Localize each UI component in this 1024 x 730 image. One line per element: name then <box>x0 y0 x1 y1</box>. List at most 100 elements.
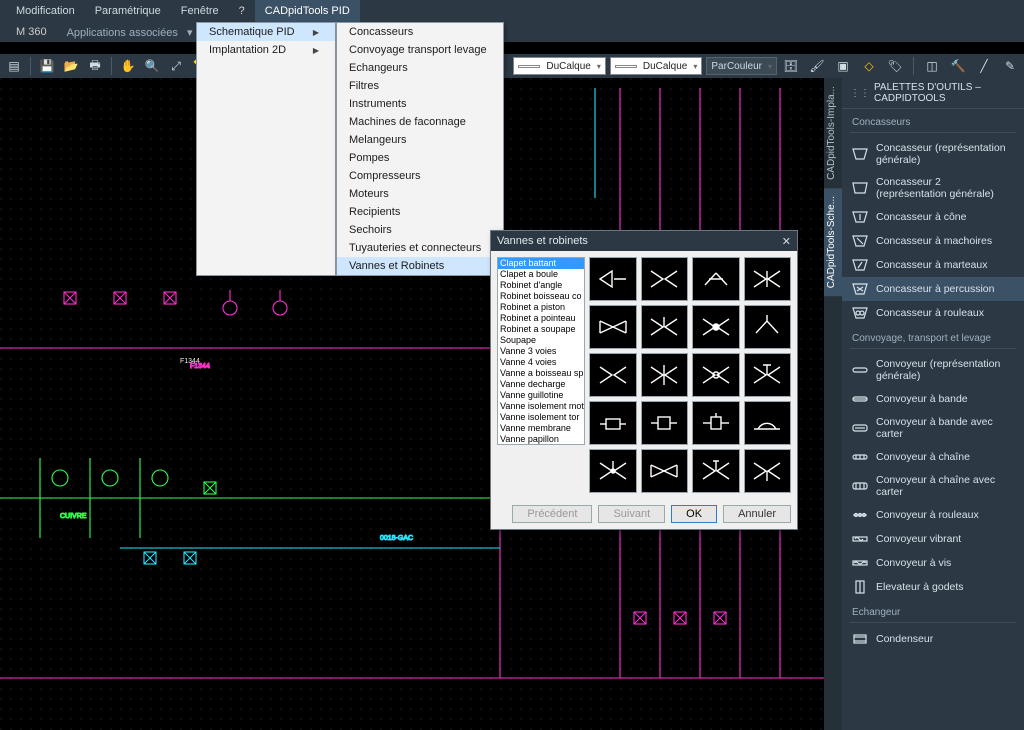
list-item[interactable]: Vanne a boisseau sp <box>498 368 584 379</box>
next-button[interactable]: Suivant <box>598 505 665 523</box>
tool-open-icon[interactable]: 📂 <box>61 56 81 76</box>
combo-linetype-2[interactable]: DuCalque ▾ <box>610 57 703 75</box>
palette-entry[interactable]: Convoyeur à chaîne avec carter <box>842 469 1024 503</box>
tool-modify-icon[interactable]: ✎ <box>1000 56 1020 76</box>
palette-entry[interactable]: Convoyeur à rouleaux <box>842 503 1024 527</box>
menu-schematique-pid[interactable]: Schematique PID▶ <box>197 23 335 41</box>
list-item[interactable]: Robinet d'angle <box>498 280 584 291</box>
list-item[interactable]: Vanne 3 voies <box>498 346 584 357</box>
menu-instruments[interactable]: Instruments <box>337 95 503 113</box>
palette-entry[interactable]: Convoyeur à chaîne <box>842 445 1024 469</box>
menu-fenetre[interactable]: Fenêtre <box>171 0 229 22</box>
combo-color[interactable]: ParCouleur ▾ <box>706 57 777 75</box>
valve-icon-cell[interactable] <box>589 353 637 397</box>
palette-entry[interactable]: Condenseur <box>842 627 1024 651</box>
tool-brush-icon[interactable]: 🖌 <box>807 56 827 76</box>
tool-cube-icon[interactable]: ◫ <box>922 56 942 76</box>
list-item[interactable]: Vanne isolement tor <box>498 412 584 423</box>
tool-group-icon[interactable]: ▣ <box>833 56 853 76</box>
valve-icon-cell[interactable] <box>744 257 792 301</box>
valve-icon-cell[interactable] <box>744 401 792 445</box>
menu-vannes-robinets[interactable]: Vannes et Robinets <box>337 257 503 275</box>
palette-entry[interactable]: Convoyeur à vis <box>842 551 1024 575</box>
tool-pan-icon[interactable]: ✋ <box>118 56 138 76</box>
menu-melangeurs[interactable]: Melangeurs <box>337 131 503 149</box>
list-item[interactable]: Vanne 4 voies <box>498 357 584 368</box>
valve-icon-cell[interactable] <box>692 257 740 301</box>
tool-pipe-icon[interactable]: ╱ <box>974 56 994 76</box>
valve-icon-cell[interactable] <box>589 305 637 349</box>
valve-icon-cell[interactable] <box>744 449 792 493</box>
valve-icon-cell[interactable] <box>589 257 637 301</box>
menu-recipients[interactable]: Recipients <box>337 203 503 221</box>
palette-entry[interactable]: Convoyeur à bande avec carter <box>842 411 1024 445</box>
menu-cadpidtools[interactable]: CADpidTools PID <box>255 0 360 22</box>
menu-concasseurs[interactable]: Concasseurs <box>337 23 503 41</box>
palette-entry[interactable]: Concasseur à percussion <box>842 277 1024 301</box>
tool-save-icon[interactable]: 💾 <box>37 56 57 76</box>
list-item[interactable]: Robinet boisseau co <box>498 291 584 302</box>
secondbar-left[interactable]: M 360 <box>6 26 57 38</box>
palette-entry[interactable]: Concasseur à marteaux <box>842 253 1024 277</box>
valve-icon-cell[interactable] <box>692 353 740 397</box>
menu-compresseurs[interactable]: Compresseurs <box>337 167 503 185</box>
list-item[interactable]: Vanne decharge <box>498 379 584 390</box>
palette-entry[interactable]: Convoyeur (représentation générale) <box>842 353 1024 387</box>
palette-entry[interactable]: Concasseur à rouleaux <box>842 301 1024 325</box>
valve-icon-cell[interactable] <box>692 305 740 349</box>
valve-icon-cell[interactable] <box>744 305 792 349</box>
secondbar-sub[interactable]: Applications associées ▾ <box>57 26 203 39</box>
valve-icon-cell[interactable] <box>641 449 689 493</box>
tool-hammer-icon[interactable]: 🔨 <box>948 56 968 76</box>
vtab-schematique[interactable]: CADpidTools-Sche... <box>824 188 842 296</box>
list-item[interactable]: Vanne isolement mot <box>498 401 584 412</box>
tool-new-icon[interactable]: ▤ <box>4 56 24 76</box>
valve-icon-cell[interactable] <box>692 449 740 493</box>
palette-entry[interactable]: Convoyeur à bande <box>842 387 1024 411</box>
palette-entry[interactable]: Elevateur à godets <box>842 575 1024 599</box>
menu-filtres[interactable]: Filtres <box>337 77 503 95</box>
valve-icon-cell[interactable] <box>692 401 740 445</box>
tool-tag-icon[interactable]: 🏷 <box>885 56 905 76</box>
menu-machines-faconnage[interactable]: Machines de faconnage <box>337 113 503 131</box>
list-item[interactable]: Vanne membrane <box>498 423 584 434</box>
menu-help[interactable]: ? <box>229 0 255 22</box>
list-item[interactable]: Robinet a pointeau <box>498 313 584 324</box>
palette-entry[interactable]: Convoyeur vibrant <box>842 527 1024 551</box>
menu-echangeurs[interactable]: Echangeurs <box>337 59 503 77</box>
palette-entry[interactable]: Concasseur à cône <box>842 205 1024 229</box>
valve-icon-cell[interactable] <box>641 257 689 301</box>
valve-icon-cell[interactable] <box>641 305 689 349</box>
tool-layer-icon[interactable]: ◇ <box>859 56 879 76</box>
list-item[interactable]: Clapet battant <box>498 258 584 269</box>
combo-linetype-1[interactable]: DuCalque ▾ <box>513 57 606 75</box>
list-item[interactable]: Vanne papillon <box>498 434 584 445</box>
list-item[interactable]: Soupape <box>498 335 584 346</box>
palette-entry[interactable]: Concasseur à machoires <box>842 229 1024 253</box>
tool-db-icon[interactable]: 🗄 <box>781 56 801 76</box>
valve-icon-cell[interactable] <box>589 449 637 493</box>
prev-button[interactable]: Précédent <box>512 505 592 523</box>
palette-entry[interactable]: Concasseur (représentation générale) <box>842 137 1024 171</box>
valve-icon-cell[interactable] <box>641 353 689 397</box>
list-item[interactable]: Clapet a boule <box>498 269 584 280</box>
menu-moteurs[interactable]: Moteurs <box>337 185 503 203</box>
close-icon[interactable]: ✕ <box>782 235 791 248</box>
list-item[interactable]: Robinet a soupape <box>498 324 584 335</box>
menu-sechoirs[interactable]: Sechoirs <box>337 221 503 239</box>
menu-implantation-2d[interactable]: Implantation 2D▶ <box>197 41 335 59</box>
tool-zoom-icon[interactable]: 🔍 <box>142 56 162 76</box>
valve-icon-cell[interactable] <box>589 401 637 445</box>
menu-pompes[interactable]: Pompes <box>337 149 503 167</box>
tool-extents-icon[interactable]: ⤢ <box>166 56 186 76</box>
ok-button[interactable]: OK <box>671 505 717 523</box>
menu-modification[interactable]: Modification <box>6 0 85 22</box>
dialog-list[interactable]: Clapet battant Clapet a boule Robinet d'… <box>497 257 585 445</box>
cancel-button[interactable]: Annuler <box>723 505 791 523</box>
menu-tuyauteries[interactable]: Tuyauteries et connecteurs <box>337 239 503 257</box>
valve-icon-cell[interactable] <box>744 353 792 397</box>
valve-icon-cell[interactable] <box>641 401 689 445</box>
menu-convoyage[interactable]: Convoyage transport levage <box>337 41 503 59</box>
list-item[interactable]: Robinet a piston <box>498 302 584 313</box>
palette-entry[interactable]: Concasseur 2 (représentation générale) <box>842 171 1024 205</box>
